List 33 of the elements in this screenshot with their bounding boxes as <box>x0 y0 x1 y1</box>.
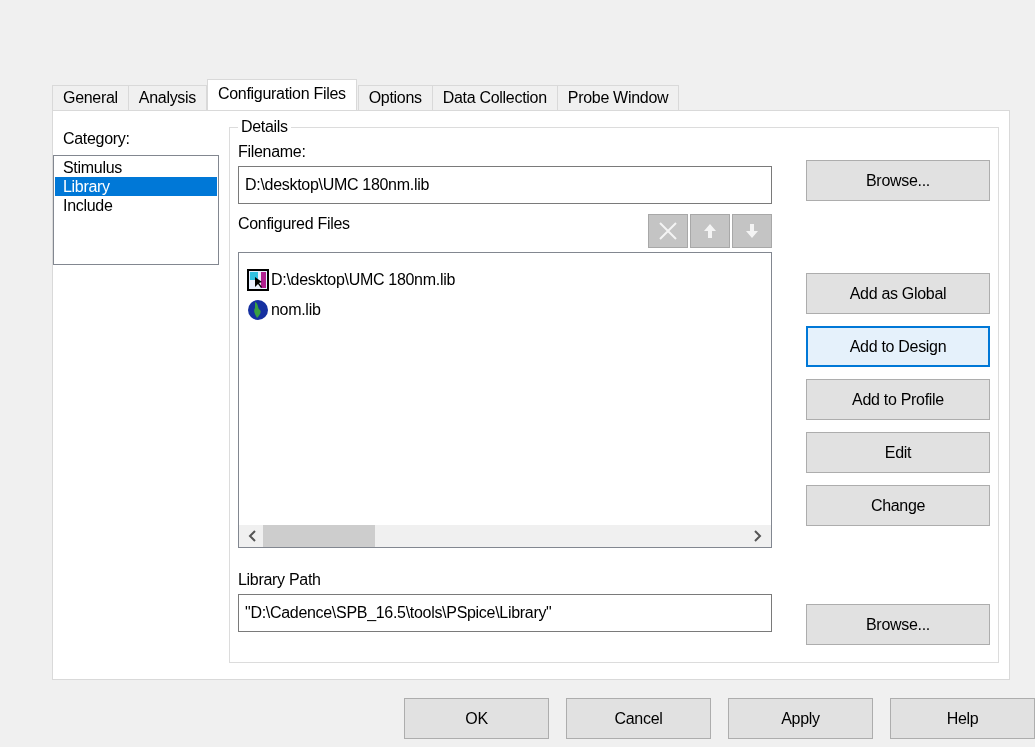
action-button[interactable]: Edit <box>806 432 990 473</box>
filename-label: Filename: <box>238 142 307 162</box>
file-name[interactable]: nom.lib <box>271 301 321 319</box>
browse-button[interactable]: Browse... <box>806 160 990 201</box>
category-item[interactable]: Library <box>55 177 217 196</box>
configured-files-label: Configured Files <box>238 214 350 234</box>
action-button[interactable]: Add to Profile <box>806 379 990 420</box>
browse-button[interactable]: Browse... <box>806 604 990 645</box>
library-path-field[interactable]: "D:\Cadence\SPB_16.5\tools\PSpice\Library" <box>238 594 772 632</box>
action-button[interactable]: Add as Global <box>806 273 990 314</box>
action-button[interactable]: Add to Design <box>806 326 990 367</box>
tab[interactable]: Options <box>357 85 433 110</box>
dialog-button[interactable]: OK <box>404 698 549 739</box>
category-label: Category: <box>63 129 131 149</box>
delete-icon[interactable] <box>648 214 688 248</box>
category-list[interactable]: Stimulus Library Include <box>53 155 219 265</box>
category-item[interactable]: Include <box>55 196 217 215</box>
library-path-label: Library Path <box>238 570 322 590</box>
filename-field[interactable]: D:\desktop\UMC 180nm.lib <box>238 166 772 204</box>
dialog-button[interactable]: Apply <box>728 698 873 739</box>
tab[interactable]: Configuration Files <box>207 79 357 110</box>
category-item[interactable]: Stimulus <box>55 158 217 177</box>
file-name[interactable]: D:\desktop\UMC 180nm.lib <box>271 271 455 289</box>
scrollbar-thumb[interactable] <box>263 525 375 547</box>
tab[interactable]: Analysis <box>127 85 207 110</box>
dialog-button[interactable]: Help <box>890 698 1035 739</box>
schematic-icon <box>247 269 269 291</box>
action-button[interactable]: Change <box>806 485 990 526</box>
dialog-button[interactable]: Cancel <box>566 698 711 739</box>
tab[interactable]: Probe Window <box>556 85 680 110</box>
tab[interactable]: General <box>52 85 129 110</box>
globe-icon <box>247 299 269 321</box>
horizontal-scrollbar[interactable] <box>239 525 771 547</box>
